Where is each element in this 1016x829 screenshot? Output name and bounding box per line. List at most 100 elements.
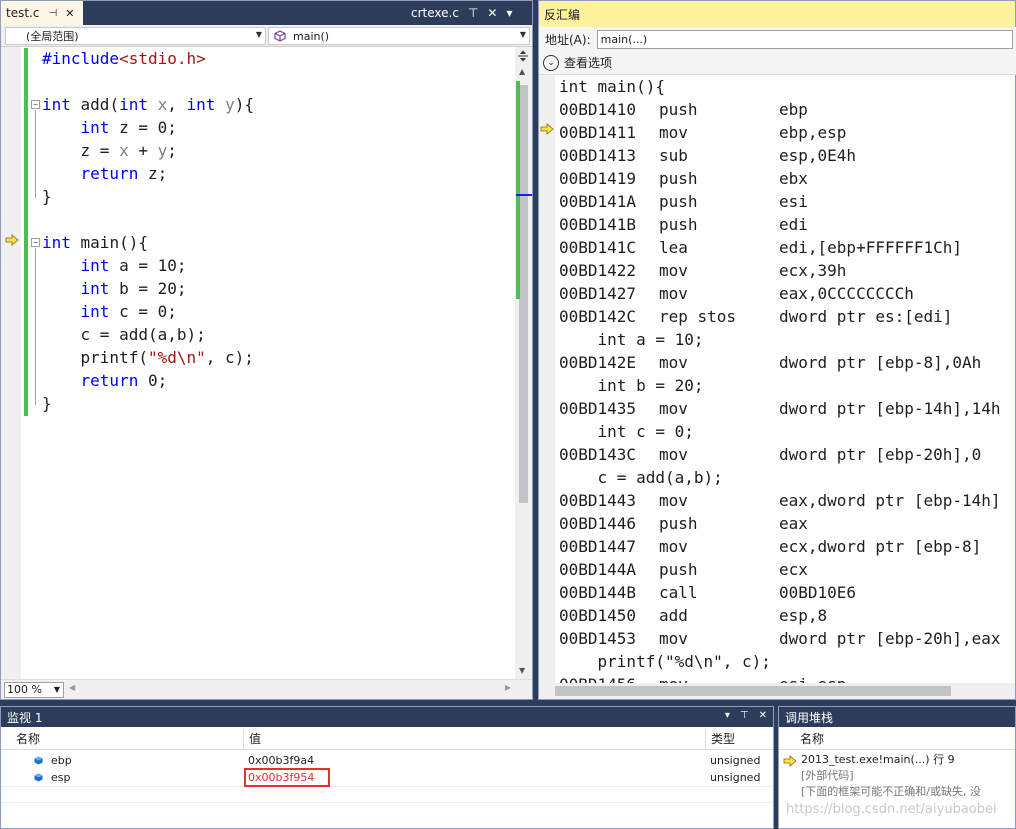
watermark: https://blog.csdn.net/aiyubaobei <box>786 802 997 817</box>
instruction-mnemonic: rep stos <box>659 307 737 326</box>
instruction-mnemonic: call <box>659 583 698 602</box>
instruction-address: 00BD142E <box>559 353 637 372</box>
scroll-down-icon[interactable]: ▼ <box>519 666 525 675</box>
disassembly-pane: 反汇编 地址(A): main(...) ⌄ 查看选项 int main(){ 0… <box>538 0 1016 700</box>
split-handle-icon[interactable] <box>517 50 529 62</box>
scroll-thumb[interactable] <box>555 686 951 696</box>
source-line[interactable]: int b = 20; <box>559 374 704 397</box>
highlight-box <box>244 768 330 787</box>
function-cube-icon <box>274 30 286 42</box>
code-line[interactable]: } <box>42 392 52 415</box>
chevron-down-icon[interactable]: ▼ <box>256 30 262 39</box>
close-icon[interactable]: ✕ <box>759 710 767 721</box>
column-header-type[interactable]: 类型 <box>706 729 773 749</box>
editor-status-bar: 100 % ▼ ◀ ▶ <box>1 679 532 699</box>
watch-empty-row[interactable] <box>1 786 773 803</box>
column-header-name[interactable]: 名称 <box>795 729 1015 749</box>
instruction-operands: esp,8 <box>779 606 828 625</box>
source-line[interactable]: int c = 0; <box>559 420 694 443</box>
source-line[interactable]: printf("%d\n", c); <box>559 650 771 673</box>
callstack-frame[interactable]: [下面的框架可能不正确和/或缺失, 没 <box>801 784 981 800</box>
chevron-down-icon[interactable]: ▼ <box>54 683 60 697</box>
address-input[interactable]: main(...) <box>596 29 1013 49</box>
tab-crtexe-c[interactable]: crtexe.c ⊤ ✕ ▾ <box>411 1 512 25</box>
code-line[interactable]: int c = 0; <box>42 300 177 323</box>
fold-toggle-icon[interactable]: − <box>31 100 40 109</box>
editor-pane: test.c ⊣ ✕ crtexe.c ⊤ ✕ ▾ (全局范围) ▼ main(… <box>0 0 533 700</box>
disassembly-title: 反汇编 <box>544 7 581 22</box>
scroll-left-icon[interactable]: ◀ <box>69 683 75 692</box>
view-options-bar[interactable]: ⌄ 查看选项 <box>539 51 1016 75</box>
instruction-mnemonic: mov <box>659 284 688 303</box>
header-divider <box>1 749 773 750</box>
fold-guide <box>35 248 36 405</box>
scroll-right-icon[interactable]: ▶ <box>505 683 511 692</box>
watch-name: esp <box>51 771 71 784</box>
source-line[interactable]: int a = 10; <box>559 328 704 351</box>
pin-icon[interactable]: ⊤ <box>468 6 478 20</box>
code-line[interactable]: int a = 10; <box>42 254 187 277</box>
instruction-operands: esi <box>779 192 808 211</box>
callstack-frame[interactable]: [外部代码] <box>801 768 854 784</box>
column-header-value[interactable]: 值 <box>244 729 706 749</box>
code-line[interactable]: int add(int x, int y){ <box>42 93 254 116</box>
code-line[interactable]: } <box>42 185 52 208</box>
code-area[interactable]: − − #include<stdio.h> int add(int x, int … <box>28 47 515 679</box>
watch-title-bar: 监视 1 ▾ ⊤ ✕ <box>1 707 773 727</box>
close-icon[interactable]: ✕ <box>487 6 497 20</box>
disassembly-horizontal-scrollbar[interactable] <box>539 683 1015 699</box>
tab-test-c[interactable]: test.c ⊣ ✕ <box>1 1 83 25</box>
instruction-mnemonic: mov <box>659 123 688 142</box>
instruction-operands: eax,0CCCCCCCCh <box>779 284 914 303</box>
callstack-title: 调用堆栈 <box>785 710 834 725</box>
header-divider <box>779 749 1015 750</box>
tab-label: test.c <box>6 6 40 20</box>
code-line[interactable]: z = x + y; <box>42 139 177 162</box>
instruction-operands: ebx <box>779 169 808 188</box>
instruction-address: 00BD141A <box>559 192 637 211</box>
panel-menu-icon[interactable]: ▾ <box>725 710 730 721</box>
code-line[interactable]: #include<stdio.h> <box>42 47 206 70</box>
source-line[interactable]: c = add(a,b); <box>559 466 723 489</box>
close-icon[interactable]: ✕ <box>65 7 74 20</box>
instruction-operands: esi,esp <box>779 673 846 683</box>
address-bar: 地址(A): main(...) <box>539 27 1016 51</box>
watch-value[interactable]: 0x00b3f9a4 <box>248 752 314 769</box>
watch-row[interactable]: ebp 0x00b3f9a4 unsigned <box>1 752 773 769</box>
scroll-up-icon[interactable]: ▲ <box>519 67 525 76</box>
code-line[interactable]: return 0; <box>42 369 168 392</box>
pin-icon[interactable]: ⊣ <box>48 8 57 19</box>
watch-row[interactable]: esp 0x00b3f954 unsigned <box>1 769 773 786</box>
column-header-name[interactable]: 名称 <box>11 729 244 749</box>
instruction-operands: edi,[ebp+FFFFFF1Ch] <box>779 238 963 257</box>
zoom-combo[interactable]: 100 % ▼ <box>4 682 64 698</box>
scroll-thumb[interactable] <box>519 85 528 503</box>
code-line[interactable]: int z = 0; <box>42 116 177 139</box>
scope-combo[interactable]: (全局范围) ▼ <box>5 27 266 45</box>
pin-icon[interactable]: ⊤ <box>740 710 749 721</box>
instruction-operands: 00BD10E6 <box>779 583 857 602</box>
function-combo[interactable]: main() ▼ <box>268 27 530 45</box>
chevron-down-icon[interactable]: ⌄ <box>543 54 559 71</box>
disassembly-gutter[interactable] <box>539 75 555 683</box>
code-line[interactable]: int main(){ <box>42 231 148 254</box>
callstack-frame[interactable]: 2013_test.exe!main(...) 行 9 <box>801 752 955 768</box>
instruction-address: 00BD1450 <box>559 606 637 625</box>
editor-horizontal-scrollbar[interactable]: ◀ ▶ <box>67 683 513 695</box>
chevron-down-icon[interactable]: ▼ <box>520 30 526 39</box>
code-line[interactable]: printf("%d\n", c); <box>42 346 254 369</box>
instruction-mnemonic: mov <box>659 261 688 280</box>
instruction-operands: edi <box>779 215 808 234</box>
scrollbar-caret-marker <box>516 194 532 196</box>
code-line[interactable]: c = add(a,b); <box>42 323 206 346</box>
source-line[interactable]: int main(){ <box>559 75 665 98</box>
fold-toggle-icon[interactable]: − <box>31 238 40 247</box>
disassembly-code[interactable]: int main(){00BD1410 push ebp 00BD1411 mov ebp… <box>555 75 1016 683</box>
tab-menu-icon[interactable]: ▾ <box>506 6 512 20</box>
instruction-address: 00BD1410 <box>559 100 637 119</box>
code-line[interactable]: return z; <box>42 162 168 185</box>
code-line[interactable]: int b = 20; <box>42 277 187 300</box>
instruction-address: 00BD1427 <box>559 284 637 303</box>
scope-combo-value: (全局范围) <box>26 30 79 43</box>
editor-gutter[interactable] <box>1 47 21 679</box>
